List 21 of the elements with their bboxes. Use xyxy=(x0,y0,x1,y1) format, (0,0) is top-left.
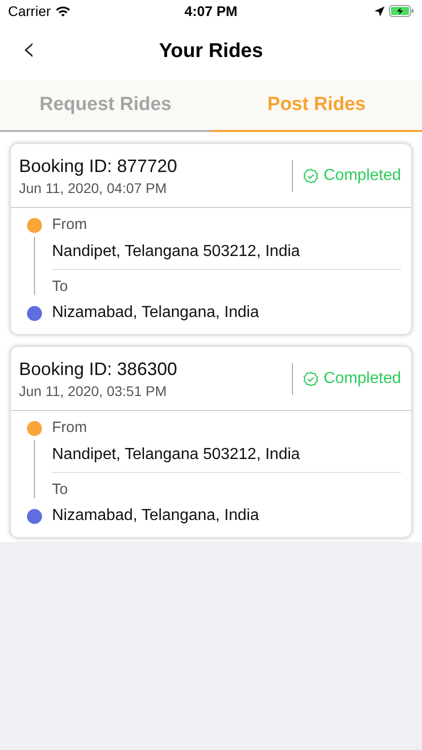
from-label: From xyxy=(52,214,87,235)
to-label: To xyxy=(52,480,69,500)
status-label: Completed xyxy=(324,368,401,388)
booking-id: Booking ID: 386300 xyxy=(19,358,178,380)
status-time: 4:07 PM xyxy=(184,2,238,20)
page-title: Your Rides xyxy=(158,39,264,64)
to-label: To xyxy=(52,276,69,296)
booking-id: Booking ID: 877720 xyxy=(19,154,178,178)
to-address: Nizamabad, Telangana, India xyxy=(52,506,259,526)
ride-date: Jun 11, 2020, 04:07 PM xyxy=(19,178,168,198)
wifi-icon xyxy=(54,5,71,17)
carrier-label: Carrier xyxy=(8,2,51,20)
to-address: Nizamabad, Telangana, India xyxy=(52,303,259,323)
ride-date: Jun 11, 2020, 03:51 PM xyxy=(19,382,168,400)
battery-icon xyxy=(388,5,414,17)
location-arrow-icon xyxy=(374,6,385,16)
from-label: From xyxy=(52,418,87,438)
status-label: Completed xyxy=(324,166,401,186)
back-button[interactable]: ‹ xyxy=(22,34,36,64)
from-address: Nandipet, Telangana 503212, India xyxy=(52,437,401,473)
from-address: Nandipet, Telangana 503212, India xyxy=(52,234,401,270)
